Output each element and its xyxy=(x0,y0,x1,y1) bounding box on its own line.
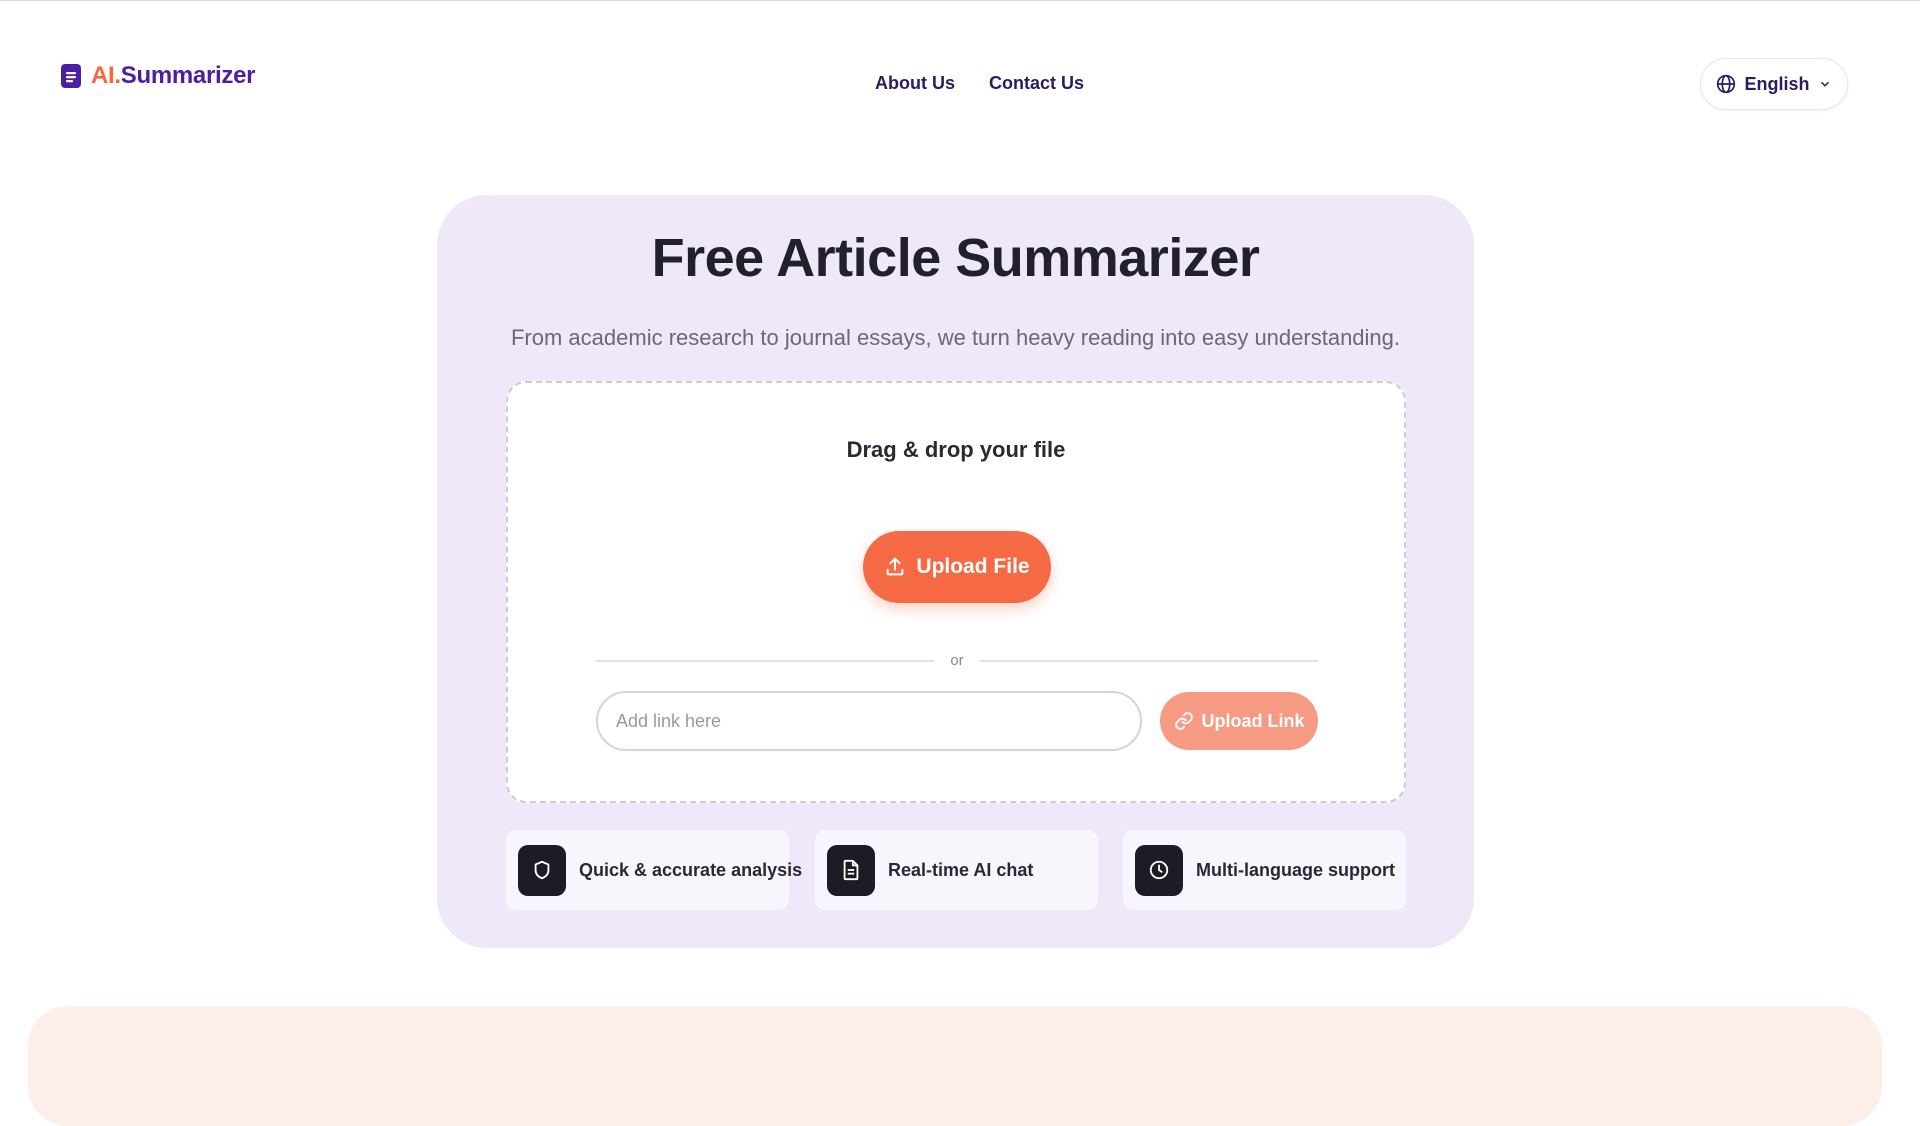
upload-icon xyxy=(887,557,904,576)
feature-ai-chat: Real-time AI chat xyxy=(815,830,1098,910)
feature-quick-analysis: Quick & accurate analysis xyxy=(506,830,802,910)
hero-card: Free Article Summarizer From academic re… xyxy=(437,195,1474,948)
next-section-band xyxy=(28,1006,1882,1126)
nav-about-us[interactable]: About Us xyxy=(875,73,955,94)
page-title: Free Article Summarizer xyxy=(651,228,1260,288)
upload-link-label: Upload Link xyxy=(1201,710,1305,731)
logo-ai: AI. xyxy=(91,62,121,89)
main-nav: About Us Contact Us xyxy=(875,73,1084,94)
nav-contact-us[interactable]: Contact Us xyxy=(989,73,1084,94)
divider-line-right xyxy=(980,660,1318,662)
upload-file-button[interactable]: Upload File xyxy=(863,531,1051,603)
dropzone-label: Drag & drop your file xyxy=(846,437,1066,462)
file-dropzone[interactable]: Drag & drop your file Upload File or Upl… xyxy=(506,381,1406,803)
upload-file-label: Upload File xyxy=(916,555,1030,578)
top-border xyxy=(0,0,1920,1)
clock-icon xyxy=(1135,844,1183,896)
feature-list: Quick & accurate analysis Real-time AI c… xyxy=(506,830,1406,910)
shield-icon xyxy=(518,844,566,896)
language-selector[interactable]: English xyxy=(1700,58,1848,110)
chevron-down-icon xyxy=(1820,81,1829,87)
document-icon xyxy=(827,844,875,896)
document-logo-icon xyxy=(61,64,81,88)
link-icon xyxy=(1174,712,1193,730)
upload-link-button[interactable]: Upload Link xyxy=(1160,692,1318,750)
globe-icon xyxy=(1717,74,1736,94)
feature-multi-language: Multi-language support xyxy=(1123,830,1406,910)
language-label: English xyxy=(1744,73,1810,94)
link-input[interactable] xyxy=(596,691,1142,751)
or-divider: or xyxy=(596,651,1318,671)
feature-label: Multi-language support xyxy=(1196,859,1395,880)
logo-name: Summarizer xyxy=(120,62,256,89)
feature-label: Quick & accurate analysis xyxy=(579,859,803,880)
logo[interactable]: AI.Summarizer xyxy=(61,62,255,90)
page-subtitle: From academic research to journal essays… xyxy=(510,325,1401,350)
feature-label: Real-time AI chat xyxy=(888,859,1034,880)
logo-text: AI.Summarizer xyxy=(91,62,255,90)
